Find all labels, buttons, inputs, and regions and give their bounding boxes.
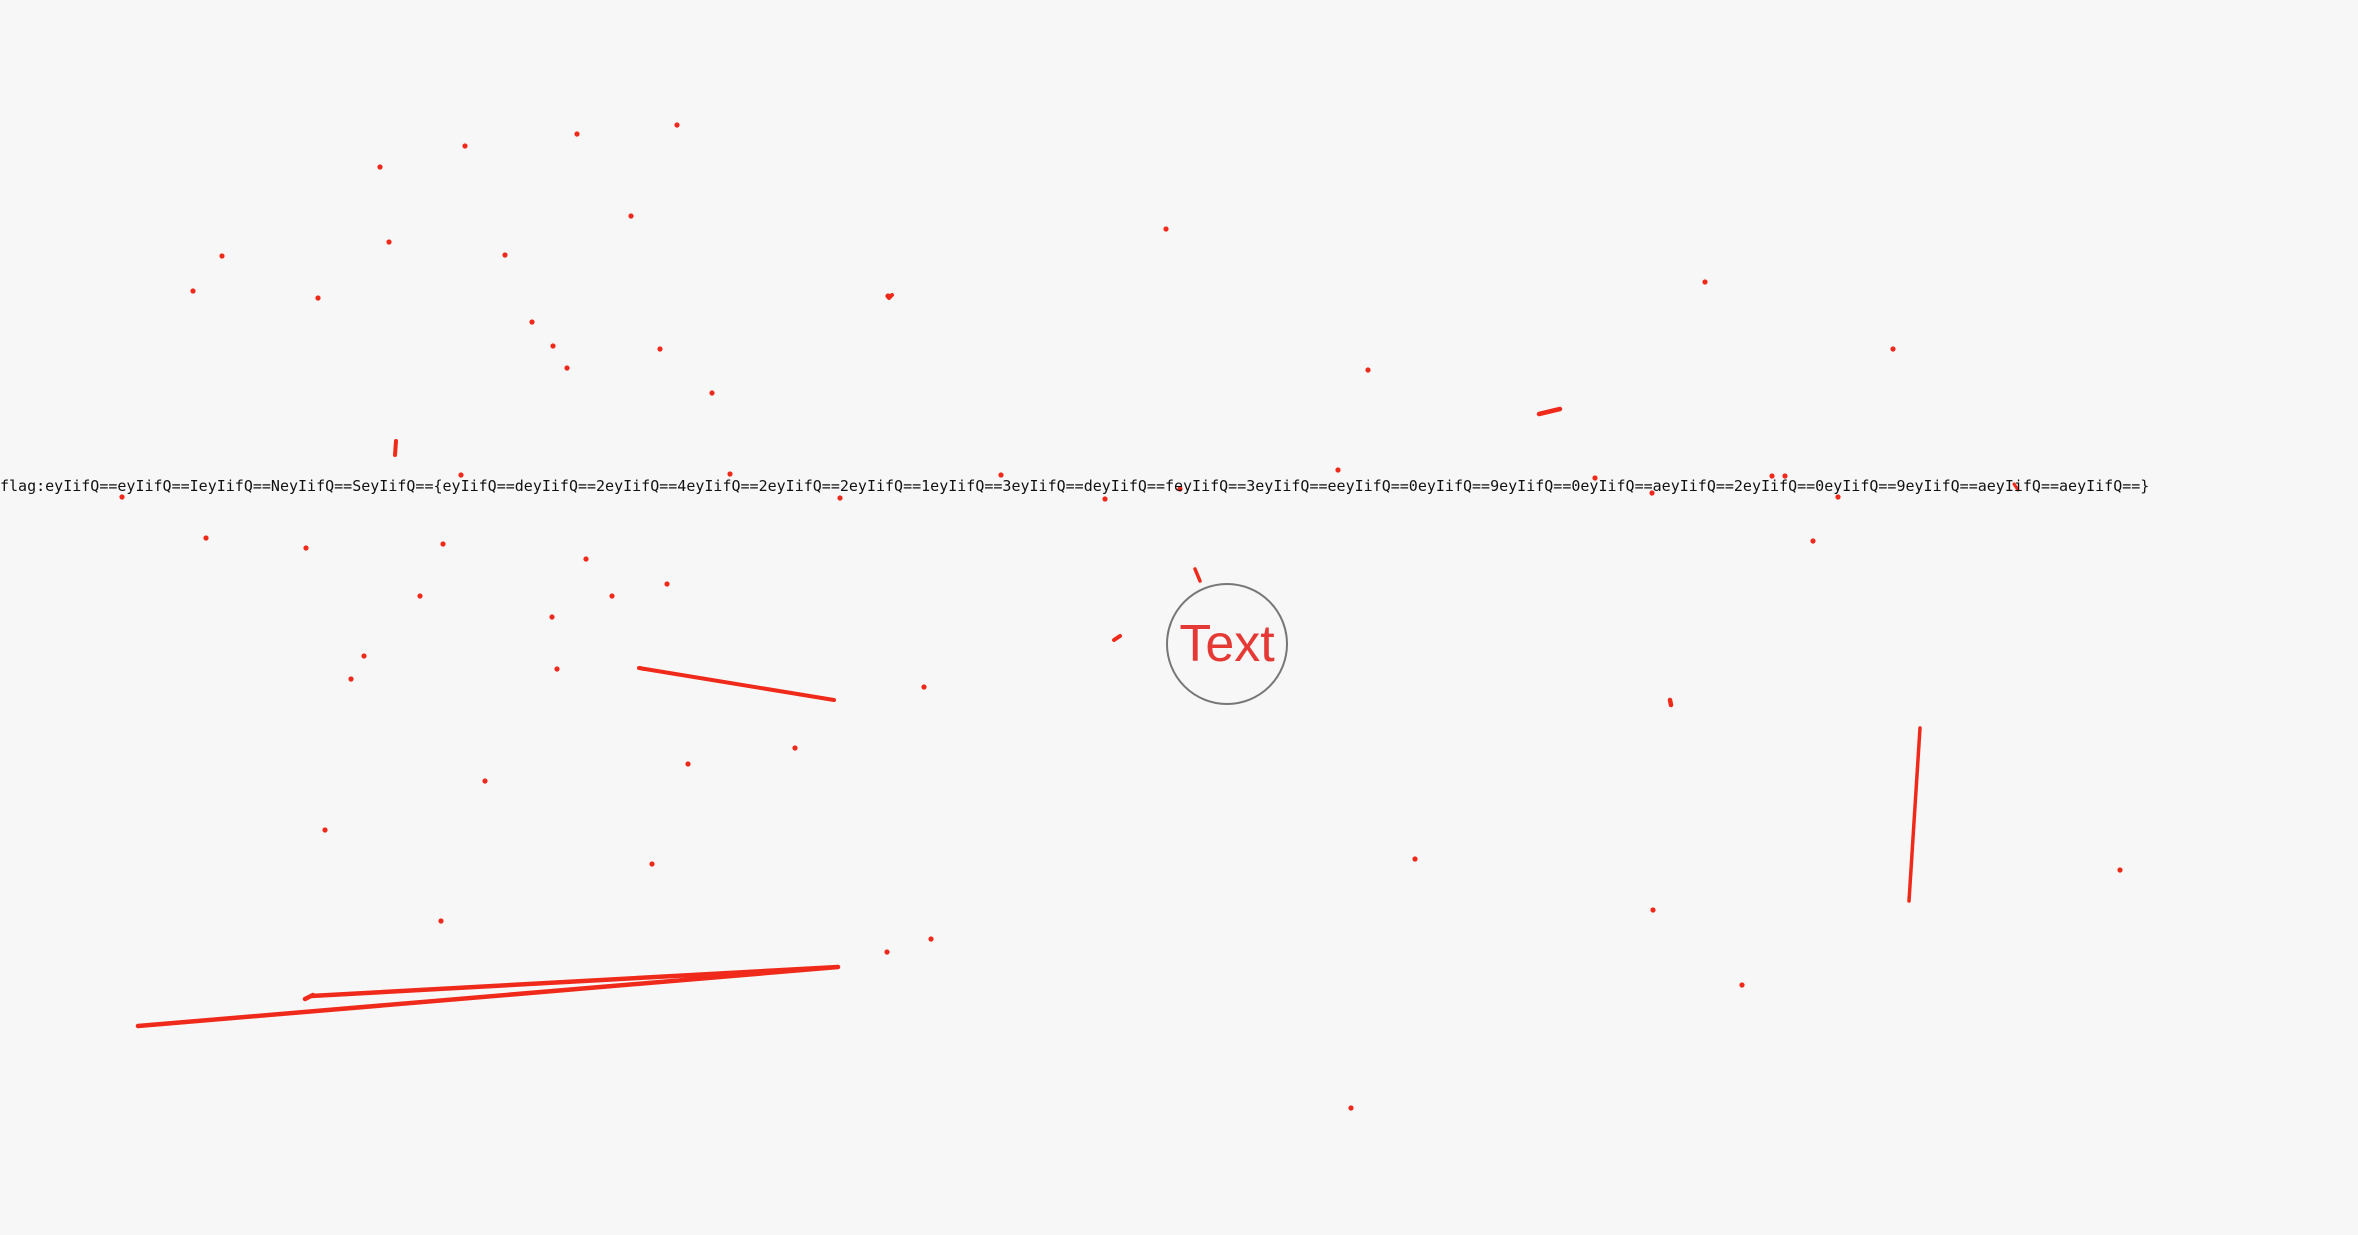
scatter-dot <box>377 164 383 170</box>
scatter-dot <box>219 253 225 259</box>
scatter-dot <box>674 122 680 128</box>
scatter-dot <box>709 390 715 396</box>
scatter-dot <box>583 556 589 562</box>
scatter-dot <box>315 295 321 301</box>
scatter-dot <box>564 365 570 371</box>
scatter-dot <box>649 861 655 867</box>
scatter-dot <box>190 288 196 294</box>
pen-stroke <box>1907 726 1922 903</box>
scatter-dot <box>1365 367 1371 373</box>
scatter-dot <box>1412 856 1418 862</box>
pen-stroke <box>1536 406 1563 417</box>
scatter-dot <box>417 593 423 599</box>
scatter-dot <box>462 143 468 149</box>
scatter-dot <box>1335 467 1341 473</box>
scatter-dot <box>1739 982 1745 988</box>
drawn-strokes <box>135 293 2020 1029</box>
scatter-dot <box>657 346 663 352</box>
scatter-dot <box>921 684 927 690</box>
scatter-dot <box>1102 496 1108 502</box>
scatter-dot <box>628 213 634 219</box>
scatter-dot <box>554 666 560 672</box>
scatter-dot <box>203 535 209 541</box>
pen-stroke <box>135 964 841 1029</box>
scatter-dot <box>386 239 392 245</box>
scatter-dot <box>303 545 309 551</box>
scatter-dot <box>1702 279 1708 285</box>
pen-stroke <box>1193 567 1202 583</box>
scatter-dot <box>609 593 615 599</box>
scatter-dot <box>440 541 446 547</box>
scatter-dot <box>837 495 843 501</box>
pen-stroke <box>1667 697 1674 708</box>
scatter-dot <box>502 252 508 258</box>
scatter-dot <box>792 745 798 751</box>
scatter-dot <box>884 949 890 955</box>
text-circle-button[interactable]: Text <box>1166 583 1288 705</box>
scatter-dot <box>2117 867 2123 873</box>
text-circle-label: Text <box>1179 615 1275 673</box>
scatter-dot <box>1650 907 1656 913</box>
scatter-dot <box>685 761 691 767</box>
scatter-dot <box>482 778 488 784</box>
scatter-dot <box>1810 538 1816 544</box>
scatter-dot <box>322 827 328 833</box>
pen-stroke <box>887 293 894 300</box>
scatter-dot <box>549 614 555 620</box>
scatter-dot <box>574 131 580 137</box>
scatter-dot <box>1890 346 1896 352</box>
scatter-dot <box>550 343 556 349</box>
scatter-dot <box>928 936 934 942</box>
scatter-dot <box>1348 1105 1354 1111</box>
pen-stroke <box>393 439 398 457</box>
scatter-dots <box>119 122 2123 1111</box>
scatter-dot <box>361 653 367 659</box>
scatter-dot <box>664 581 670 587</box>
scatter-dot <box>1163 226 1169 232</box>
scatter-dot <box>438 918 444 924</box>
scatter-dot <box>529 319 535 325</box>
scatter-dot <box>348 676 354 682</box>
pen-stroke <box>1112 634 1122 642</box>
pen-stroke <box>637 666 836 702</box>
flag-text: flag:eyIifQ==eyIifQ==IeyIifQ==NeyIifQ==S… <box>0 477 2150 495</box>
